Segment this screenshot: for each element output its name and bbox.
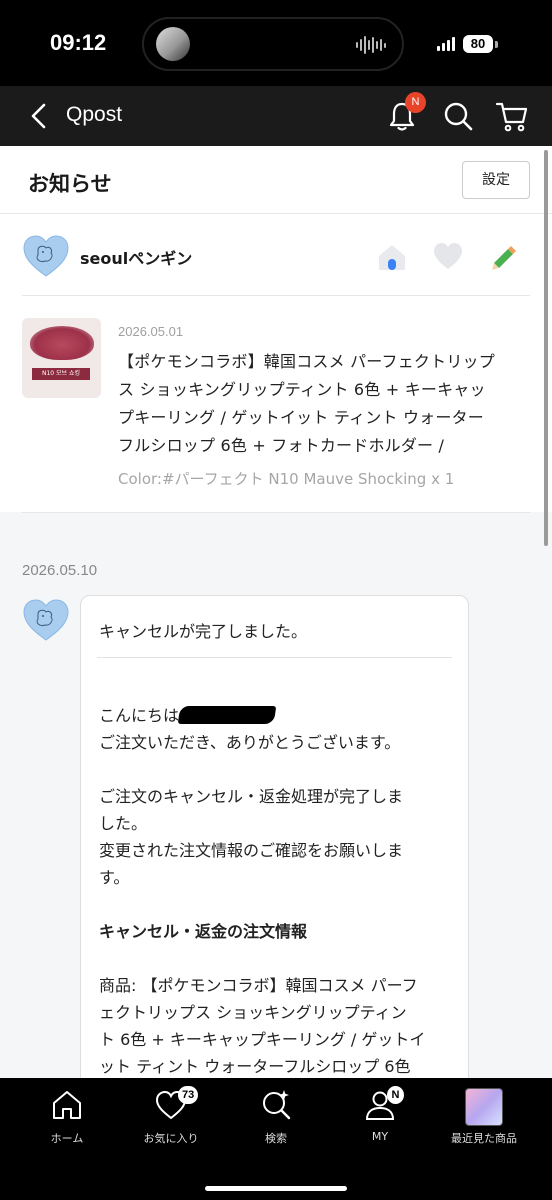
header-title: Qpost (66, 103, 123, 126)
redacted-name (177, 706, 277, 724)
scrollbar[interactable] (544, 150, 548, 546)
my-badge: N (387, 1086, 404, 1104)
bottom-tab-bar: ホーム 73 お気に入り 検索 N MY 最近見た商品 (0, 1078, 552, 1200)
recent-product-thumbnail (465, 1088, 503, 1126)
cancel-done-line2: した。 (99, 814, 148, 833)
thanks-text: ご注文いただき、ありがとうございます。 (99, 733, 401, 752)
product-name[interactable]: 【ポケモンコラボ】韓国コスメ パーフェクトリップス ショッキングリップティント … (118, 348, 498, 460)
dynamic-island (142, 17, 404, 71)
cellular-signal-icon (437, 37, 455, 51)
confirm-line1: 変更された注文情報のご確認をお願いしま (99, 841, 404, 860)
tab-my[interactable]: N MY (325, 1086, 435, 1150)
app-header: Qpost N (0, 86, 552, 146)
shop-name[interactable]: seoulペンギン (80, 245, 192, 269)
shop-home-icon[interactable] (376, 241, 408, 273)
tab-home[interactable]: ホーム (12, 1088, 122, 1150)
settings-button[interactable]: 設定 (462, 161, 530, 199)
message-date: 2026.05.10 (22, 562, 98, 579)
sender-avatar-heart-icon[interactable] (22, 598, 70, 642)
search-icon[interactable] (440, 98, 476, 134)
tab-label: ホーム (50, 1132, 84, 1145)
tab-label: お気に入り (143, 1132, 199, 1145)
tab-label: 最近見た商品 (451, 1132, 517, 1145)
tab-label: MY (371, 1130, 389, 1143)
audio-waveform-icon (356, 35, 386, 55)
favorite-heart-icon[interactable] (432, 241, 464, 273)
product-option: Color:#パーフェクト N10 Mauve Shocking x 1 (118, 470, 455, 488)
product-order-date: 2026.05.01 (118, 324, 184, 339)
shop-avatar-heart-icon[interactable] (22, 234, 70, 278)
tab-recent[interactable]: 最近見た商品 (429, 1088, 539, 1150)
home-icon (53, 1091, 81, 1119)
cart-icon[interactable] (494, 98, 530, 134)
notice-panel: お知らせ 設定 seoulペンギン N10 모브 쇼킹 2026.05.01 【… (0, 146, 552, 513)
search-sparkle-icon (263, 1090, 291, 1120)
status-indicators: 80 (437, 35, 498, 53)
now-playing-avatar (156, 27, 190, 61)
back-arrow-icon[interactable] (26, 102, 52, 130)
divider (22, 512, 530, 513)
message-body: こんにちは ご注文いただき、ありがとうございます。 ご注文のキャンセル・返金処理… (99, 702, 455, 1080)
confirm-line2: す。 (99, 868, 130, 887)
message-divider (97, 657, 452, 658)
greeting-text: こんにちは (99, 706, 180, 725)
cancel-done-line1: ご注文のキャンセル・返金処理が完了しま (99, 787, 404, 806)
home-indicator (205, 1186, 347, 1191)
divider (0, 213, 552, 214)
message-bubble: キャンセルが完了しました。 こんにちは ご注文いただき、ありがとうございます。 … (80, 595, 469, 1155)
tab-favorites[interactable]: 73 お気に入り (116, 1086, 226, 1150)
status-time: 09:12 (50, 30, 107, 55)
item-line3: ト 6色 + キーキャップキーリング / ゲットイ (99, 1030, 426, 1049)
item-line4: ット ティント ウォーターフルシロップ 6色 (99, 1057, 411, 1076)
message-heading: キャンセルが完了しました。 (99, 622, 308, 641)
item-line1: 商品: 【ポケモンコラボ】韓国コスメ パーフ (99, 976, 418, 995)
notification-bell-button[interactable]: N (384, 92, 426, 134)
pencil-review-icon[interactable] (488, 241, 520, 273)
section-title: キャンセル・返金の注文情報 (99, 922, 308, 941)
tab-search[interactable]: 検索 (221, 1088, 331, 1150)
page-title: お知らせ (28, 172, 112, 196)
battery-tip (495, 40, 498, 48)
divider (22, 295, 530, 296)
status-bar: 09:12 80 (0, 0, 552, 86)
product-thumbnail[interactable]: N10 모브 쇼킹 (22, 318, 101, 398)
notification-badge: N (405, 92, 426, 113)
product-thumb-label: N10 모브 쇼킹 (32, 368, 90, 380)
favorites-count-badge: 73 (178, 1086, 199, 1104)
lip-product-image (30, 326, 94, 360)
tab-label: 検索 (265, 1132, 287, 1145)
battery-icon: 80 (463, 35, 493, 53)
item-line2: ェクトリップス ショッキングリップティン (99, 1003, 407, 1022)
